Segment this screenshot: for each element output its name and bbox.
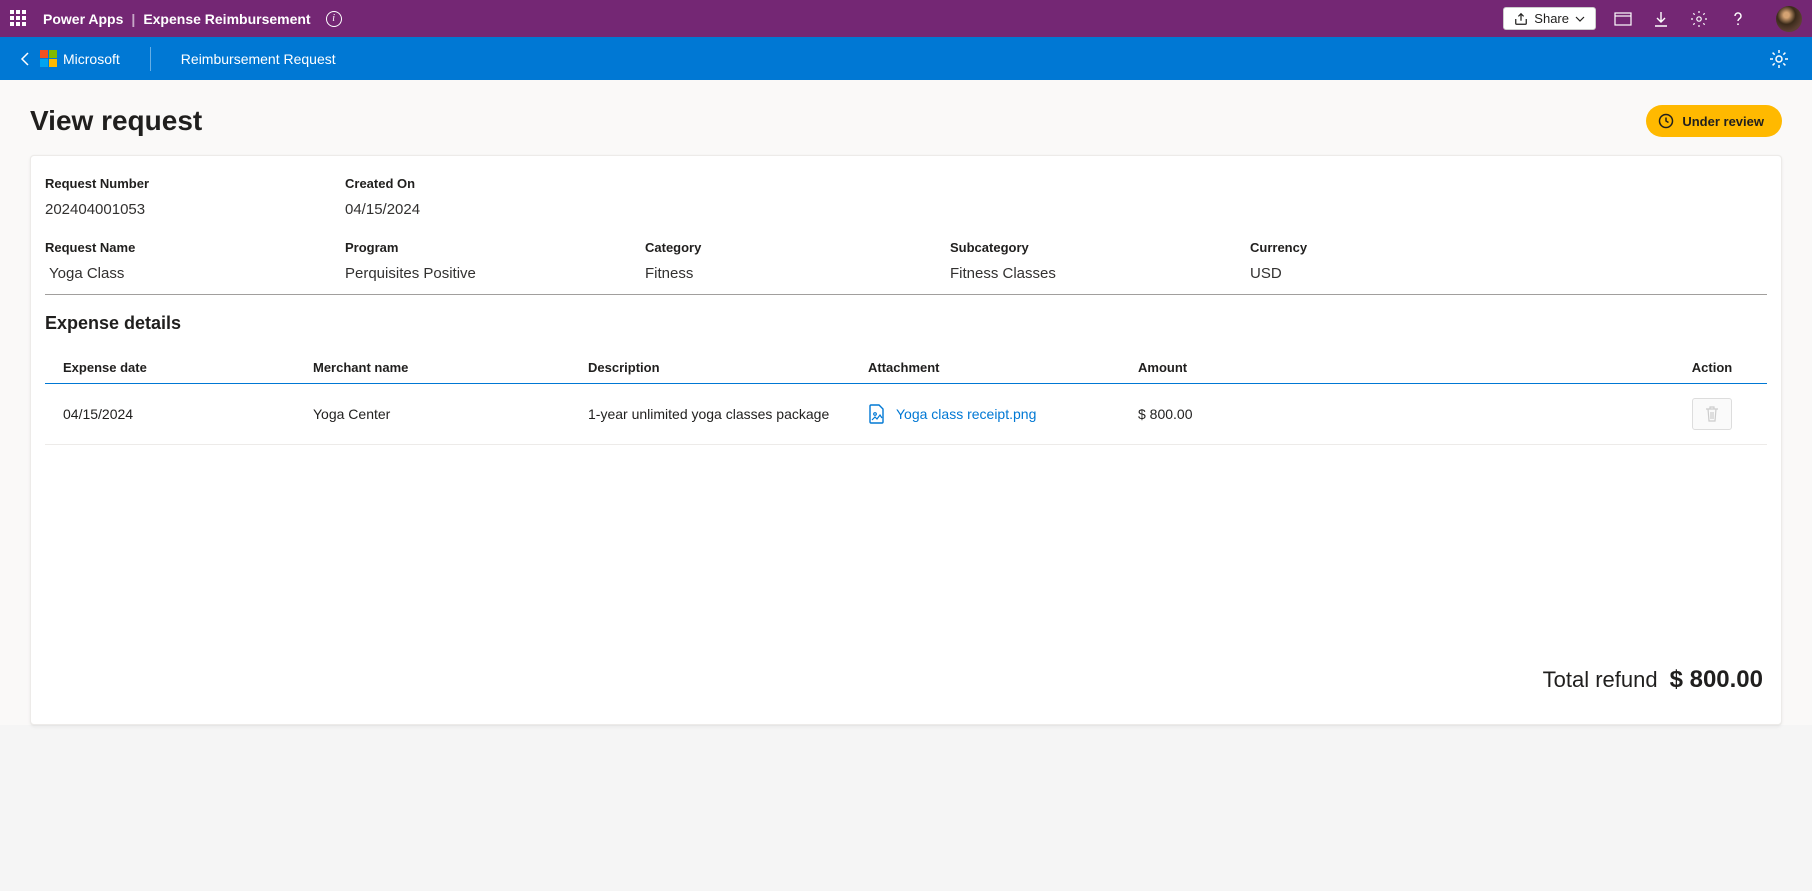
share-label: Share xyxy=(1534,11,1569,26)
table-header-row: Expense date Merchant name Description A… xyxy=(45,352,1767,384)
status-label: Under review xyxy=(1682,114,1764,129)
page-title: View request xyxy=(30,105,202,137)
col-action: Action xyxy=(1657,352,1767,384)
field-request-name: Request Name Yoga Class xyxy=(45,240,345,282)
col-merchant: Merchant name xyxy=(295,352,570,384)
table-row: 04/15/2024 Yoga Center 1-year unlimited … xyxy=(45,384,1767,445)
trash-icon xyxy=(1705,406,1719,422)
image-file-icon xyxy=(868,404,886,424)
share-icon xyxy=(1514,12,1528,26)
total-refund-label: Total refund xyxy=(1543,667,1658,693)
attachment-link[interactable]: Yoga class receipt.png xyxy=(868,404,1102,424)
cell-description: 1-year unlimited yoga classes package xyxy=(570,384,850,445)
page-body: View request Under review Request Number… xyxy=(0,80,1812,725)
settings-icon[interactable] xyxy=(1690,10,1708,28)
request-card: Request Number 202404001053 Created On 0… xyxy=(30,155,1782,725)
field-currency: Currency USD xyxy=(1250,240,1767,282)
attachment-name: Yoga class receipt.png xyxy=(896,406,1036,422)
app-header-bar: Microsoft Reimbursement Request xyxy=(0,37,1812,80)
cell-merchant: Yoga Center xyxy=(295,384,570,445)
chevron-down-icon xyxy=(1575,16,1585,22)
delete-row-button[interactable] xyxy=(1692,398,1732,430)
app-settings-icon[interactable] xyxy=(1768,48,1790,70)
status-badge: Under review xyxy=(1646,105,1782,137)
screen-title: Reimbursement Request xyxy=(181,51,336,67)
company-label: Microsoft xyxy=(63,51,120,67)
expense-table: Expense date Merchant name Description A… xyxy=(45,352,1767,445)
header-divider xyxy=(150,47,151,71)
field-category: Category Fitness xyxy=(645,240,950,282)
title-separator: | xyxy=(131,11,135,27)
field-subcategory: Subcategory Fitness Classes xyxy=(950,240,1250,282)
fit-screen-icon[interactable] xyxy=(1614,12,1632,26)
total-refund-value: $ 800.00 xyxy=(1670,666,1763,694)
power-apps-top-bar: Power Apps | Expense Reimbursement i Sha… xyxy=(0,0,1812,37)
top-title: Power Apps | Expense Reimbursement xyxy=(43,11,311,27)
user-avatar[interactable] xyxy=(1776,6,1802,32)
section-divider xyxy=(45,294,1767,295)
back-button[interactable] xyxy=(10,51,40,67)
field-request-number: Request Number 202404001053 xyxy=(45,176,345,218)
info-icon[interactable]: i xyxy=(326,11,342,27)
cell-date: 04/15/2024 xyxy=(45,384,295,445)
clock-icon xyxy=(1658,113,1674,129)
share-button[interactable]: Share xyxy=(1503,7,1596,30)
app-launcher-icon[interactable] xyxy=(10,10,28,28)
field-program: Program Perquisites Positive xyxy=(345,240,645,282)
col-amount: Amount xyxy=(1120,352,1657,384)
col-description: Description xyxy=(570,352,850,384)
app-name[interactable]: Expense Reimbursement xyxy=(143,11,310,27)
download-icon[interactable] xyxy=(1654,11,1668,27)
product-name[interactable]: Power Apps xyxy=(43,11,123,27)
col-attachment: Attachment xyxy=(850,352,1120,384)
help-icon[interactable] xyxy=(1730,11,1746,27)
expense-details-title: Expense details xyxy=(45,313,1767,334)
field-created-on: Created On 04/15/2024 xyxy=(345,176,1767,218)
cell-amount: $ 800.00 xyxy=(1120,384,1657,445)
col-expense-date: Expense date xyxy=(45,352,295,384)
microsoft-logo-icon xyxy=(40,50,57,67)
